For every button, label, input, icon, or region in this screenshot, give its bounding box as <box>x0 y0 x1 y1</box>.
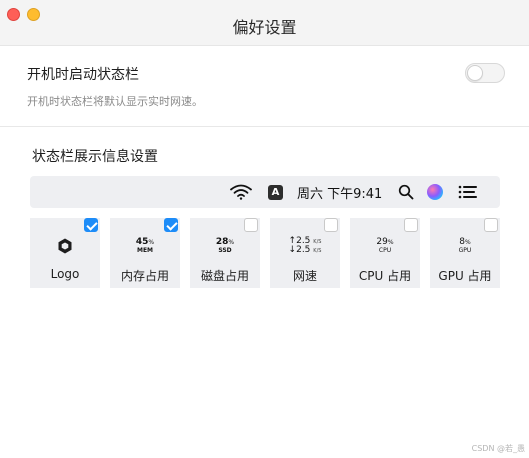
card-label: CPU 占用 <box>358 269 412 283</box>
cpu-checkbox[interactable] <box>404 218 418 232</box>
logo-icon <box>30 236 100 256</box>
gpu-usage-icon: 8% GPU <box>430 236 500 256</box>
input-source-letter: A <box>268 184 283 200</box>
wifi-icon <box>230 176 252 208</box>
cpu-value: 29 <box>376 237 388 247</box>
memory-unit: % <box>148 239 155 246</box>
title-bar: 偏好设置 <box>0 0 529 46</box>
memory-checkbox[interactable] <box>164 218 178 232</box>
disk-usage-icon: 28% SSD <box>190 236 260 256</box>
cpu-unit: % <box>387 239 394 246</box>
control-center-icon <box>458 176 478 208</box>
network-checkbox[interactable] <box>324 218 338 232</box>
card-label: GPU 占用 <box>438 269 492 283</box>
disk-sub-label: SSD <box>218 247 232 254</box>
card-cpu[interactable]: 29% CPU CPU 占用 <box>350 218 420 288</box>
search-icon <box>398 176 414 208</box>
disk-value: 28 <box>215 237 229 247</box>
cpu-usage-icon: 29% CPU <box>350 236 420 256</box>
download-value: 2.5 <box>296 245 311 255</box>
menubar-preview: A 周六 下午9:41 <box>30 176 500 208</box>
siri-icon <box>427 176 443 208</box>
download-unit: K/S <box>313 248 322 254</box>
display-section-title: 状态栏展示信息设置 <box>32 149 158 165</box>
disk-checkbox[interactable] <box>244 218 258 232</box>
card-label: 网速 <box>292 269 317 283</box>
toggle-knob <box>467 65 483 81</box>
logo-checkbox[interactable] <box>84 218 98 232</box>
menubar-clock: 周六 下午9:41 <box>297 186 383 202</box>
card-label: Logo <box>50 267 80 281</box>
card-logo[interactable]: Logo <box>30 218 100 288</box>
memory-sub-label: MEM <box>136 247 154 254</box>
startup-setting-description: 开机时状态栏将默认显示实时网速。 <box>27 95 203 108</box>
card-label: 磁盘占用 <box>200 269 249 283</box>
network-speed-icon: ↑2.5 K/S ↓2.5 K/S <box>288 236 322 255</box>
input-source-icon: A <box>268 176 283 208</box>
card-gpu[interactable]: 8% GPU GPU 占用 <box>430 218 500 288</box>
card-label: 内存占用 <box>120 269 169 283</box>
startup-setting-title: 开机时启动状态栏 <box>27 67 139 83</box>
window-title: 偏好设置 <box>232 18 297 37</box>
gpu-sub-label: GPU <box>458 247 472 254</box>
card-disk[interactable]: 28% SSD 磁盘占用 <box>190 218 260 288</box>
gpu-unit: % <box>465 239 471 246</box>
startup-toggle[interactable] <box>465 63 505 83</box>
memory-value: 45 <box>135 237 149 247</box>
cpu-sub-label: CPU <box>378 247 392 254</box>
disk-unit: % <box>228 239 235 246</box>
gpu-checkbox[interactable] <box>484 218 498 232</box>
memory-usage-icon: 45% MEM <box>110 236 180 256</box>
card-memory[interactable]: 45% MEM 内存占用 <box>110 218 180 288</box>
upload-unit: K/S <box>313 239 322 245</box>
section-divider <box>0 126 529 127</box>
card-network[interactable]: ↑2.5 K/S ↓2.5 K/S 网速 <box>270 218 340 288</box>
watermark: CSDN @若_愚 <box>471 444 525 453</box>
